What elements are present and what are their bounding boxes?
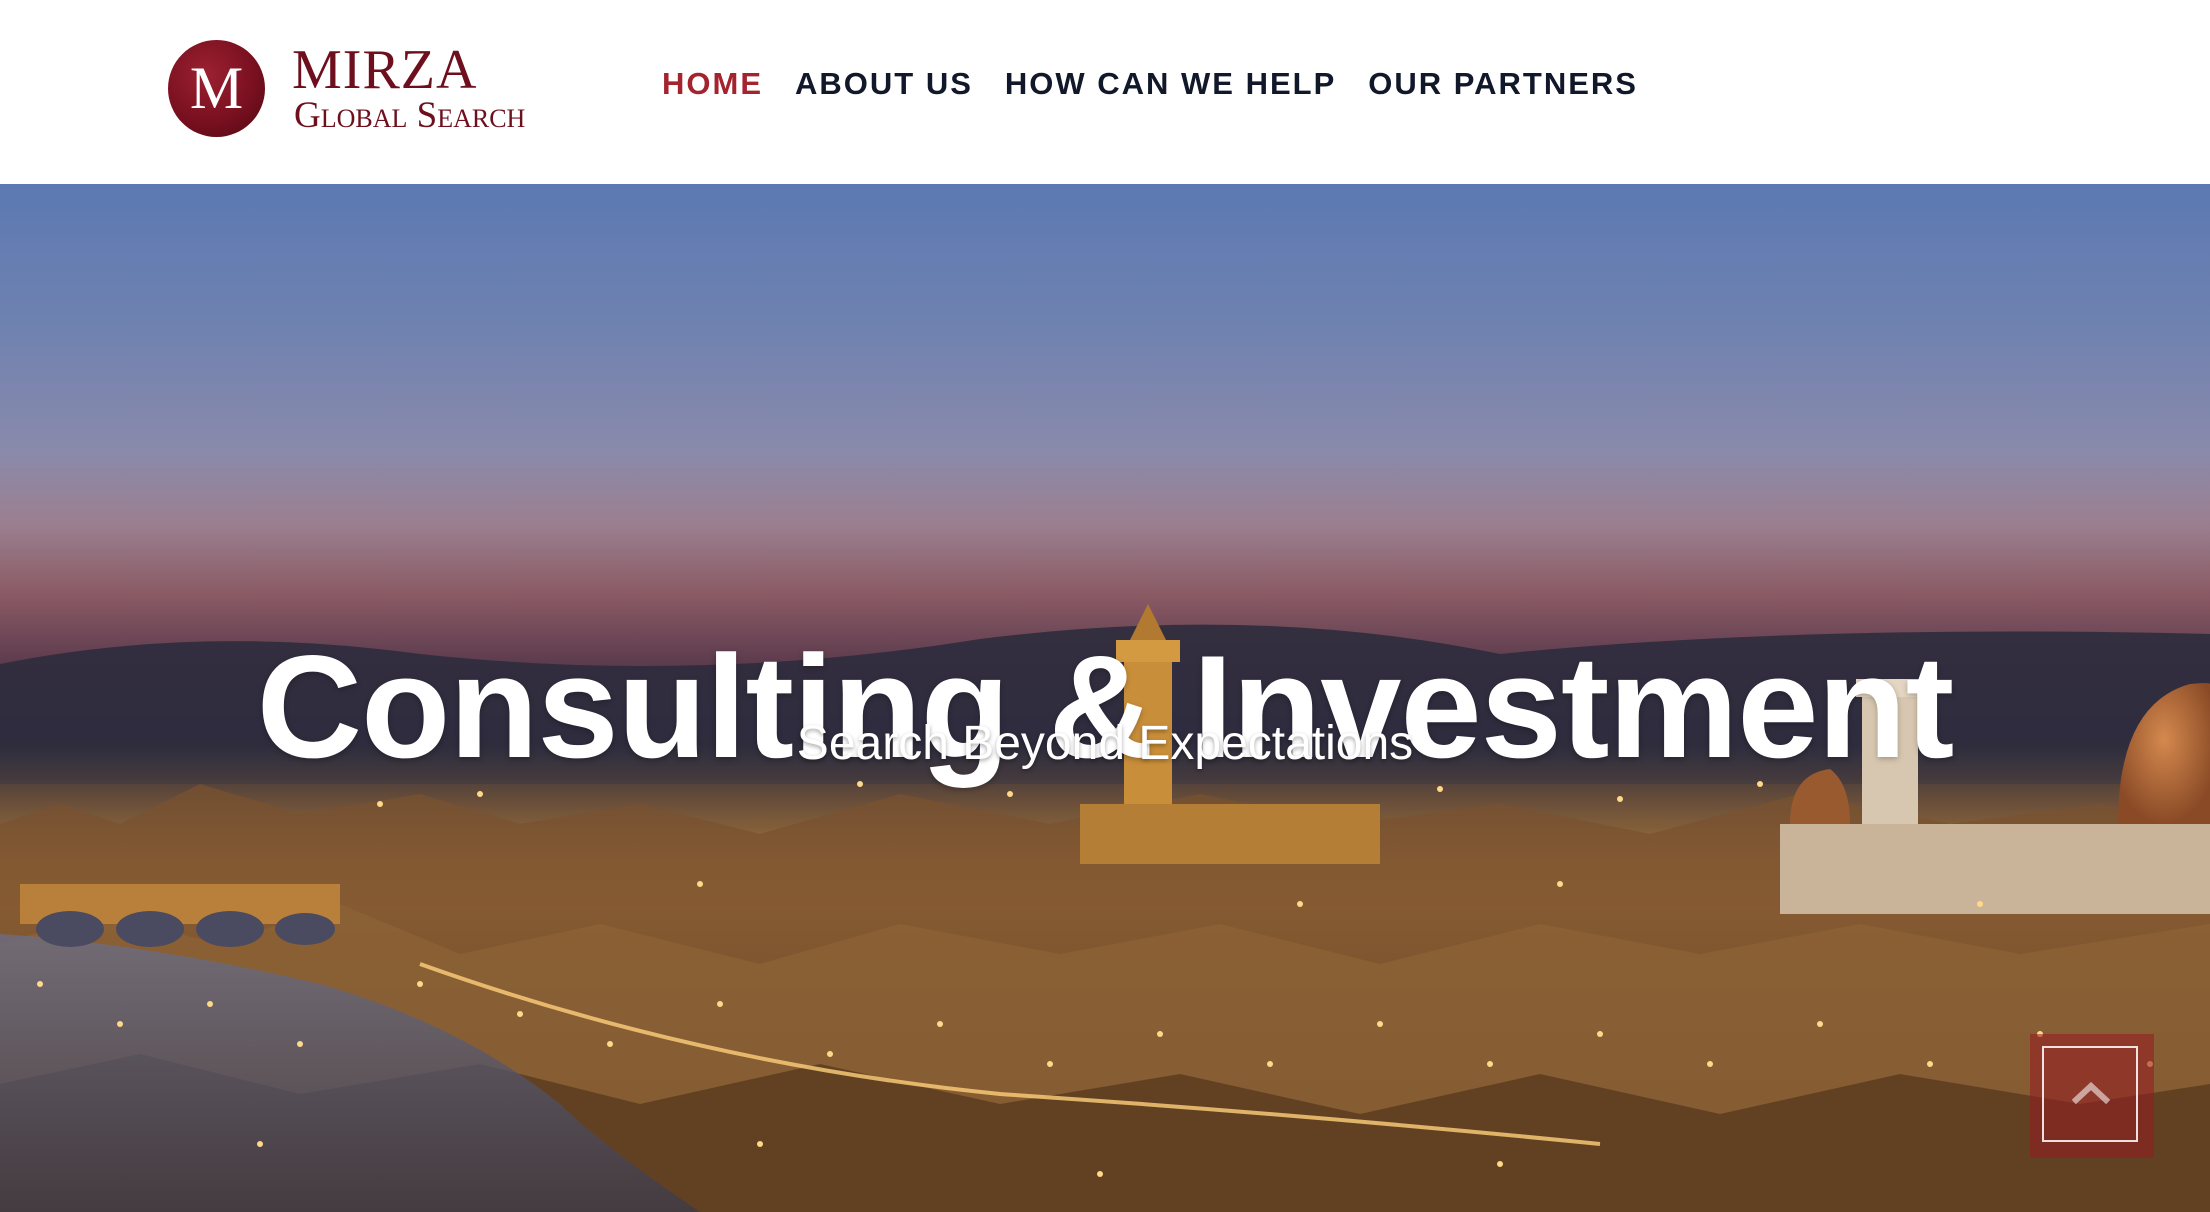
- logo-emblem: M: [168, 40, 265, 137]
- nav-item-how-can-we-help[interactable]: HOW CAN WE HELP: [1005, 66, 1336, 102]
- nav-item-home[interactable]: HOME: [662, 66, 763, 102]
- hero-subtitle: Search Beyond Expectations: [796, 717, 1414, 770]
- logo-tagline: Global Search: [294, 95, 526, 136]
- brand-logo[interactable]: M MIRZA Global Search: [168, 38, 568, 140]
- logo-name: MIRZA: [292, 39, 478, 101]
- site-header: M MIRZA Global Search HOME ABOUT US HOW …: [0, 0, 2210, 184]
- nav-item-about-us[interactable]: ABOUT US: [795, 66, 973, 102]
- nav-item-our-partners[interactable]: OUR PARTNERS: [1368, 66, 1638, 102]
- main-nav: HOME ABOUT US HOW CAN WE HELP OUR PARTNE…: [662, 62, 1638, 106]
- scroll-to-top-button[interactable]: [2030, 1034, 2154, 1158]
- scroll-to-top-frame: [2042, 1046, 2138, 1142]
- hero-section: Consulting & Investment Search Beyond Ex…: [0, 184, 2210, 1212]
- logo-letter: M: [189, 55, 244, 121]
- chevron-up-icon: [2072, 1081, 2110, 1105]
